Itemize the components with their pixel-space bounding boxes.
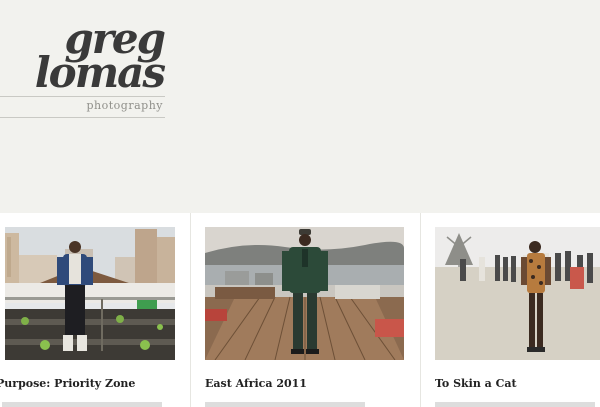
logo-rule-top (0, 96, 165, 97)
project-thumbnail[interactable] (435, 227, 600, 360)
project-excerpt (2, 402, 162, 407)
project-title[interactable]: To Skin a Cat (435, 377, 517, 390)
logo-name-last: lomas (34, 48, 166, 97)
project-thumbnail[interactable] (5, 227, 175, 360)
photo-man-on-pier-icon (205, 227, 404, 360)
site-logo[interactable]: greg lomas photography (0, 0, 170, 125)
project-title[interactable]: East Africa 2011 (205, 377, 307, 390)
project-title[interactable]: Purpose: Priority Zone (0, 377, 135, 390)
photo-girl-in-crowd-icon (435, 227, 600, 360)
project-excerpt (205, 402, 365, 407)
logo-rule-bottom (0, 117, 165, 118)
logo-tagline: photography (86, 99, 163, 112)
project-thumbnail[interactable] (205, 227, 404, 360)
project-card-to-skin-a-cat[interactable]: To Skin a Cat (421, 213, 600, 407)
project-excerpt (435, 402, 595, 407)
project-card-east-africa-2011[interactable]: East Africa 2011 (191, 213, 420, 407)
project-card-purpose-priority-zone[interactable]: Purpose: Priority Zone (0, 213, 190, 407)
photo-urban-rooftop-man-icon (5, 227, 175, 360)
